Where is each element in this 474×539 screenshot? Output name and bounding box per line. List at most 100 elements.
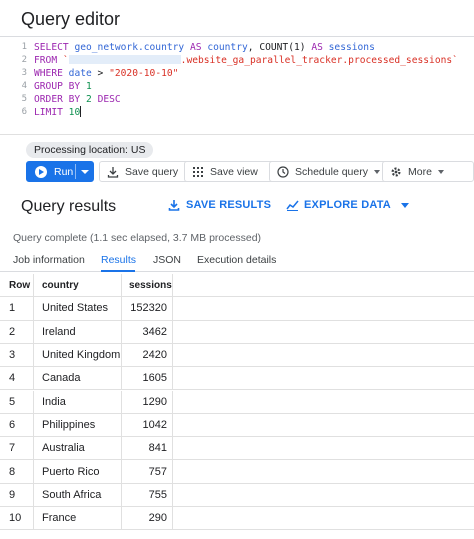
code-token: "2020-10-10" xyxy=(109,68,179,79)
code-token: , xyxy=(247,42,260,53)
table-header-row: Row country sessions xyxy=(0,274,474,298)
country-cell: United States xyxy=(33,297,121,320)
text-cursor xyxy=(80,106,82,117)
code-token: ORDER BY xyxy=(34,94,81,105)
sessions-cell: 755 xyxy=(121,483,173,506)
code-token: DESC xyxy=(97,94,121,105)
save-results-label: SAVE RESULTS xyxy=(186,199,272,211)
chevron-down-icon xyxy=(400,202,409,208)
table-row: 7 Australia 841 xyxy=(0,437,474,461)
line-number: 3 xyxy=(21,68,27,78)
sessions-cell: 1605 xyxy=(121,367,173,390)
save-view-label: Save view xyxy=(210,165,258,178)
row-number-cell: 4 xyxy=(9,372,16,385)
country-cell: South Africa xyxy=(33,483,121,506)
run-label: Run xyxy=(54,165,74,178)
run-button[interactable]: Run xyxy=(26,161,94,182)
line-number-gutter: 1 2 3 4 5 6 xyxy=(0,41,30,119)
table-row: 5 India 1290 xyxy=(0,390,474,414)
editor-divider xyxy=(0,134,474,135)
tab-json[interactable]: JSON xyxy=(153,254,181,266)
table-row: 3 United Kingdom 2420 xyxy=(0,343,474,368)
redacted-project-id xyxy=(68,55,181,64)
row-number-cell: 3 xyxy=(9,349,16,362)
view-grid-icon xyxy=(192,166,204,178)
code-token: date xyxy=(68,68,92,79)
run-dropdown-icon[interactable] xyxy=(81,170,89,174)
code-token: FROM xyxy=(34,55,58,66)
tab-job-information[interactable]: Job information xyxy=(13,254,85,266)
code-token: sessions xyxy=(328,42,375,53)
row-number-cell: 10 xyxy=(9,512,22,525)
results-header: Query results SAVE RESULTS EXPLORE DATA xyxy=(0,186,474,228)
tab-execution-details[interactable]: Execution details xyxy=(197,254,276,266)
tab-results[interactable]: Results xyxy=(101,254,136,266)
code-token: 10 xyxy=(68,107,81,118)
explore-data-button[interactable]: EXPLORE DATA xyxy=(286,199,409,211)
more-button[interactable]: More xyxy=(382,161,474,182)
editor-header: Query editor xyxy=(0,0,474,37)
code-line: ORDER BY 2 DESC xyxy=(34,93,468,106)
code-token: .website_ga_parallel_tracker.processed_s… xyxy=(180,55,458,66)
page-title: Query editor xyxy=(21,9,121,29)
sql-code[interactable]: SELECT geo_network.country AS country, C… xyxy=(34,41,468,119)
row-number-cell: 8 xyxy=(9,465,16,478)
sessions-cell: 757 xyxy=(121,460,173,483)
clock-icon xyxy=(277,165,289,178)
line-number: 6 xyxy=(21,107,27,117)
explore-data-label: EXPLORE DATA xyxy=(304,199,391,211)
code-token: AS xyxy=(189,42,202,53)
run-divider xyxy=(75,164,76,179)
code-line: FROM ` .website_ga_parallel_tracker.proce… xyxy=(34,54,468,67)
table-row: 10 France 290 xyxy=(0,507,474,531)
table-row: 6 Philippines 1042 xyxy=(0,413,474,438)
country-cell: Puerto Rico xyxy=(33,460,121,483)
save-results-button[interactable]: SAVE RESULTS xyxy=(168,199,271,211)
sessions-cell: 841 xyxy=(121,437,173,460)
chevron-down-icon xyxy=(373,169,380,174)
code-token: 1 xyxy=(86,81,92,92)
country-cell: Ireland xyxy=(33,320,121,343)
line-number: 1 xyxy=(21,42,27,52)
row-number-cell: 6 xyxy=(9,418,16,431)
row-number-cell: 7 xyxy=(9,442,16,455)
code-line: WHERE date > "2020-10-10" xyxy=(34,67,468,80)
table-row: 2 Ireland 3462 xyxy=(0,320,474,344)
country-cell: United Kingdom xyxy=(33,343,121,367)
row-number-cell: 9 xyxy=(9,488,16,501)
gear-icon xyxy=(390,166,402,178)
play-icon xyxy=(35,165,47,178)
schedule-query-label: Schedule query xyxy=(295,165,368,178)
sql-editor[interactable]: 1 2 3 4 5 6 SELECT geo_network.country AS cou… xyxy=(0,37,474,135)
code-line: LIMIT 10 xyxy=(34,106,468,119)
country-cell: India xyxy=(33,390,121,413)
row-number-cell: 5 xyxy=(9,395,16,408)
save-icon xyxy=(107,166,119,178)
chart-icon xyxy=(286,199,299,211)
sessions-cell: 290 xyxy=(121,507,173,530)
sessions-cell: 3462 xyxy=(121,320,173,343)
code-token: geo_network.country xyxy=(74,42,185,53)
row-number-cell: 1 xyxy=(9,302,16,315)
processing-location-chip: Processing location: US xyxy=(26,142,154,158)
active-tab-indicator xyxy=(101,270,135,272)
table-row: 4 Canada 1605 xyxy=(0,367,474,391)
save-view-button[interactable]: Save view xyxy=(184,161,282,182)
country-cell: France xyxy=(33,507,121,530)
country-cell: Philippines xyxy=(33,413,121,437)
download-icon xyxy=(168,199,180,211)
line-number: 5 xyxy=(21,94,27,104)
table-row: 9 South Africa 755 xyxy=(0,483,474,507)
code-token: COUNT(1) xyxy=(259,42,306,53)
sessions-cell: 152320 xyxy=(121,297,173,320)
results-title: Query results xyxy=(21,198,117,215)
line-number: 4 xyxy=(21,81,27,91)
save-query-label: Save query xyxy=(125,165,179,178)
code-token: SELECT xyxy=(34,42,69,53)
code-token: GROUP BY xyxy=(34,81,81,92)
code-line: SELECT geo_network.country AS country, C… xyxy=(34,41,468,54)
sessions-cell: 1042 xyxy=(121,413,173,437)
country-cell: Canada xyxy=(33,367,121,390)
chevron-down-icon xyxy=(437,169,444,174)
row-number-cell: 2 xyxy=(9,325,16,338)
